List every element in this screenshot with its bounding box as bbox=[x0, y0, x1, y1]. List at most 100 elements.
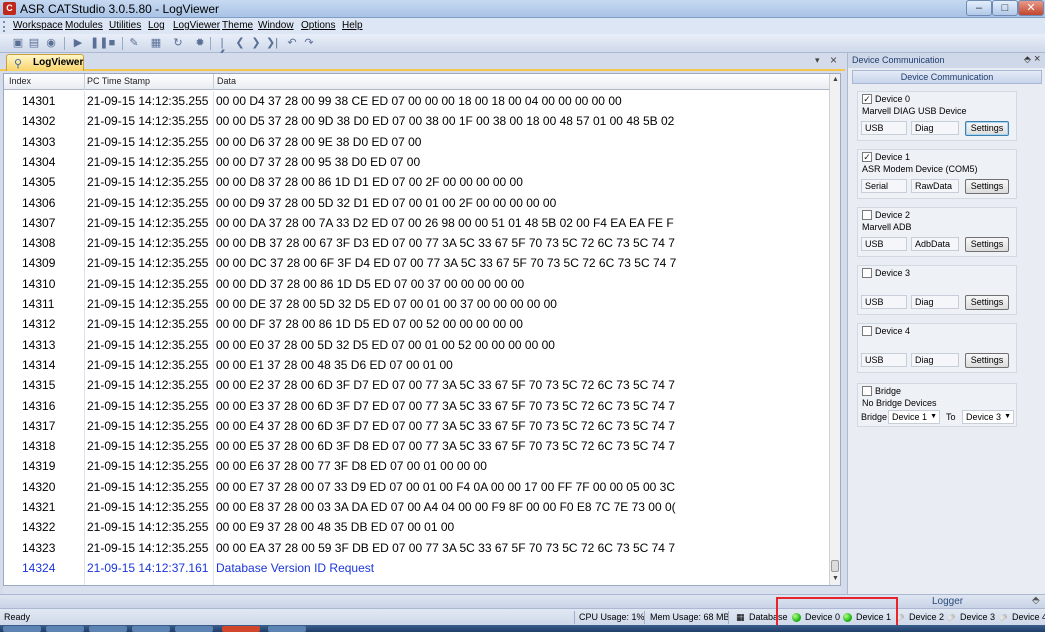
horizontal-scroll-area[interactable] bbox=[3, 586, 841, 594]
table-row[interactable]: 14302 21-09-15 14:12:35.255 00 00 D5 37 28… bbox=[4, 111, 829, 131]
vertical-scrollbar[interactable]: ▲ ▼ bbox=[829, 74, 840, 585]
pause-icon[interactable]: ❚❚ bbox=[90, 37, 108, 49]
table-row[interactable]: 14305 21-09-15 14:12:35.255 00 00 D8 37 28… bbox=[4, 172, 829, 192]
table-row[interactable]: 14323 21-09-15 14:12:35.255 00 00 EA 37 28… bbox=[4, 538, 829, 558]
device-settings-button[interactable]: Settings bbox=[965, 237, 1009, 252]
save-icon[interactable]: ▣ bbox=[12, 37, 24, 49]
device-checkbox[interactable]: ✓ bbox=[862, 152, 872, 162]
marker-icon[interactable]: ✎ bbox=[128, 37, 140, 49]
table-row[interactable]: 14324 21-09-15 14:12:37.161 Database Versi… bbox=[4, 558, 829, 578]
open-icon[interactable]: ▤ bbox=[28, 37, 40, 49]
stop-icon[interactable]: ■ bbox=[106, 37, 118, 49]
device-checkbox[interactable] bbox=[862, 268, 872, 278]
row-timestamp: 21-09-15 14:12:35.255 bbox=[87, 134, 209, 149]
device-settings-button[interactable]: Settings bbox=[965, 353, 1009, 368]
scroll-thumb[interactable] bbox=[831, 560, 839, 572]
column-header-data[interactable]: Data bbox=[217, 76, 236, 86]
menu-options[interactable]: Options bbox=[301, 20, 335, 31]
close-button[interactable]: ✕ bbox=[1018, 0, 1044, 16]
chevron-down-icon[interactable]: ▾ bbox=[815, 55, 820, 66]
table-row[interactable]: 14304 21-09-15 14:12:35.255 00 00 D7 37 28… bbox=[4, 152, 829, 172]
bridge-checkbox[interactable] bbox=[862, 386, 872, 396]
table-row[interactable]: 14306 21-09-15 14:12:35.255 00 00 D9 37 28… bbox=[4, 193, 829, 213]
status-device-label[interactable]: Device 3 bbox=[960, 612, 995, 622]
taskbar-item[interactable] bbox=[3, 626, 41, 632]
table-row[interactable]: 14318 21-09-15 14:12:35.255 00 00 E5 37 28… bbox=[4, 436, 829, 456]
undo-icon[interactable]: ↶ bbox=[286, 37, 298, 49]
column-divider[interactable] bbox=[213, 74, 214, 90]
taskbar-item[interactable] bbox=[268, 626, 306, 632]
table-row[interactable]: 14316 21-09-15 14:12:35.255 00 00 E3 37 28… bbox=[4, 396, 829, 416]
bulb-icon[interactable]: ✹ bbox=[194, 37, 206, 49]
menu-logviewer[interactable]: LogViewer bbox=[173, 20, 220, 31]
table-row[interactable]: 14312 21-09-15 14:12:35.255 00 00 DF 37 28… bbox=[4, 314, 829, 334]
play-icon[interactable]: ▶ bbox=[72, 37, 84, 49]
tab-logviewer[interactable]: ⚲ LogViewer bbox=[6, 54, 84, 71]
maximize-button[interactable]: □ bbox=[992, 0, 1018, 16]
device-settings-button[interactable]: Settings bbox=[965, 121, 1009, 136]
menu-help[interactable]: Help bbox=[342, 20, 363, 31]
device-settings-button[interactable]: Settings bbox=[965, 295, 1009, 310]
device-settings-button[interactable]: Settings bbox=[965, 179, 1009, 194]
row-data: 00 00 E0 37 28 00 5D 32 D5 ED 07 00 01 0… bbox=[216, 337, 555, 352]
row-timestamp: 21-09-15 14:12:35.255 bbox=[87, 195, 209, 210]
pin-icon[interactable]: ⬘ bbox=[1024, 54, 1031, 65]
filter-icon[interactable]: ▦ bbox=[150, 37, 162, 49]
table-row[interactable]: 14301 21-09-15 14:12:35.255 00 00 D4 37 28… bbox=[4, 91, 829, 111]
row-index: 14318 bbox=[22, 439, 56, 454]
menu-utilities[interactable]: Utilities bbox=[109, 20, 141, 31]
pin-icon[interactable]: ⬘ bbox=[1032, 595, 1040, 606]
minimize-button[interactable]: ‒ bbox=[966, 0, 992, 16]
next-icon[interactable]: ❯ bbox=[250, 37, 262, 49]
bridge-from-select[interactable]: Device 1 ▼ bbox=[888, 410, 940, 424]
status-device-label[interactable]: Device 4 bbox=[1012, 612, 1045, 622]
redo-icon[interactable]: ↷ bbox=[303, 37, 315, 49]
table-row[interactable]: 14308 21-09-15 14:12:35.255 00 00 DB 37 28… bbox=[4, 233, 829, 253]
table-row[interactable]: 14307 21-09-15 14:12:35.255 00 00 DA 37 28… bbox=[4, 213, 829, 233]
column-divider[interactable] bbox=[84, 74, 85, 90]
device-checkbox[interactable] bbox=[862, 210, 872, 220]
table-row[interactable]: 14321 21-09-15 14:12:35.255 00 00 E8 37 28… bbox=[4, 497, 829, 517]
table-row[interactable]: 14322 21-09-15 14:12:35.255 00 00 E9 37 28… bbox=[4, 517, 829, 537]
scroll-down-icon[interactable]: ▼ bbox=[830, 573, 841, 585]
column-header-timestamp[interactable]: PC Time Stamp bbox=[87, 76, 150, 86]
menu-theme[interactable]: Theme bbox=[222, 20, 253, 31]
row-timestamp: 21-09-15 14:12:35.255 bbox=[87, 500, 209, 514]
table-row[interactable]: 14314 21-09-15 14:12:35.255 00 00 E1 37 28… bbox=[4, 355, 829, 375]
table-row[interactable]: 14303 21-09-15 14:12:35.255 00 00 D6 37 28… bbox=[4, 132, 829, 152]
table-row[interactable]: 14317 21-09-15 14:12:35.255 00 00 E4 37 28… bbox=[4, 416, 829, 436]
table-row[interactable]: 14315 21-09-15 14:12:35.255 00 00 E2 37 28… bbox=[4, 375, 829, 395]
refresh-icon[interactable]: ↻ bbox=[172, 37, 184, 49]
menu-log[interactable]: Log bbox=[148, 20, 165, 31]
table-row[interactable]: 14320 21-09-15 14:12:35.255 00 00 E7 37 28… bbox=[4, 477, 829, 497]
scroll-up-icon[interactable]: ▲ bbox=[830, 74, 841, 86]
taskbar-item[interactable] bbox=[132, 626, 170, 632]
close-icon[interactable]: × bbox=[830, 53, 837, 67]
status-device-label[interactable]: Device 2 bbox=[909, 612, 944, 622]
menu-modules[interactable]: Modules bbox=[65, 20, 103, 31]
taskbar-item[interactable] bbox=[89, 626, 127, 632]
table-row[interactable]: 14310 21-09-15 14:12:35.255 00 00 DD 37 28… bbox=[4, 274, 829, 294]
record-icon[interactable]: ◉ bbox=[45, 37, 57, 49]
status-ready: Ready bbox=[4, 612, 31, 622]
table-row[interactable]: 14313 21-09-15 14:12:35.255 00 00 E0 37 28… bbox=[4, 335, 829, 355]
bridge-to-select[interactable]: Device 3 ▼ bbox=[962, 410, 1014, 424]
taskbar-item[interactable] bbox=[222, 626, 260, 632]
close-icon[interactable]: × bbox=[1034, 53, 1040, 65]
device-checkbox[interactable]: ✓ bbox=[862, 94, 872, 104]
menu-window[interactable]: Window bbox=[258, 20, 294, 31]
first-icon[interactable]: |❮ bbox=[216, 37, 228, 61]
table-row[interactable]: 14309 21-09-15 14:12:35.255 00 00 DC 37 28… bbox=[4, 253, 829, 273]
device-checkbox[interactable] bbox=[862, 326, 872, 336]
row-data: 00 00 D5 37 28 00 9D 38 D0 ED 07 00 38 0… bbox=[216, 114, 675, 129]
last-icon[interactable]: ❯| bbox=[266, 37, 278, 49]
logger-title[interactable]: Logger bbox=[932, 596, 963, 607]
taskbar-item[interactable] bbox=[46, 626, 84, 632]
menu-workspace[interactable]: Workspace bbox=[13, 20, 63, 31]
column-header-index[interactable]: Index bbox=[9, 76, 31, 86]
prev-icon[interactable]: ❮ bbox=[234, 37, 246, 49]
table-row[interactable]: 14311 21-09-15 14:12:35.255 00 00 DE 37 28… bbox=[4, 294, 829, 314]
taskbar-item[interactable] bbox=[175, 626, 213, 632]
table-row[interactable]: 14319 21-09-15 14:12:35.255 00 00 E6 37 28… bbox=[4, 456, 829, 476]
menu-bar: Workspace Modules Utilities Log LogViewe… bbox=[0, 18, 1045, 34]
